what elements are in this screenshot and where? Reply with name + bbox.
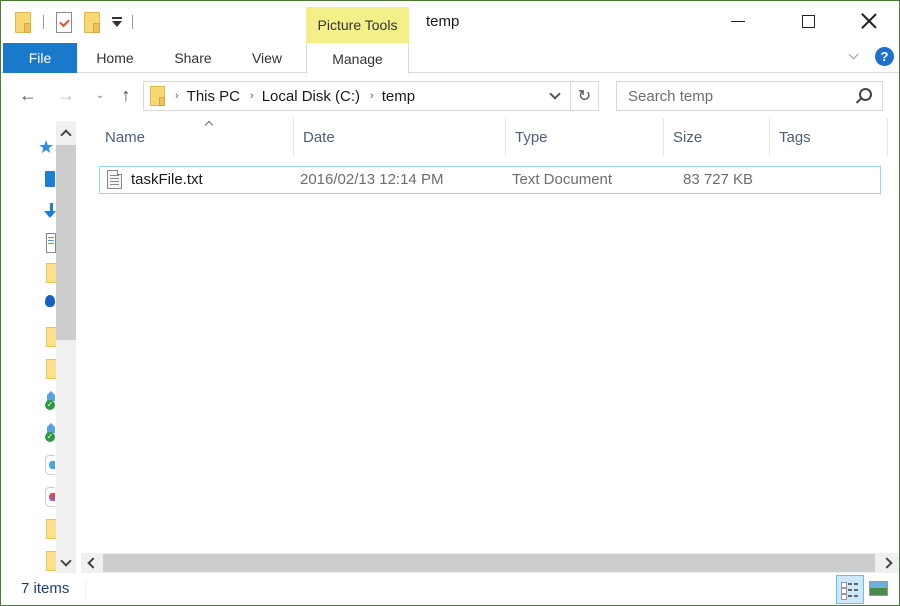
- help-icon[interactable]: ?: [875, 47, 894, 66]
- file-row[interactable]: taskFile.txt 2016/02/13 12:14 PM Text Do…: [99, 166, 881, 194]
- title-bar: Picture Tools temp: [1, 1, 899, 43]
- back-button[interactable]: ←: [15, 82, 41, 108]
- search-input[interactable]: [628, 87, 848, 105]
- tab-view[interactable]: View: [239, 43, 295, 73]
- folder-icon[interactable]: [46, 263, 56, 283]
- close-button[interactable]: [844, 1, 894, 41]
- details-view-icon: [841, 594, 860, 600]
- breadcrumb-separator[interactable]: ›: [370, 90, 374, 102]
- column-label: Tags: [779, 128, 811, 146]
- new-folder-icon[interactable]: [84, 11, 100, 33]
- maximize-icon: [801, 14, 815, 28]
- documents-icon[interactable]: [46, 233, 56, 253]
- refresh-button[interactable]: ↻: [570, 82, 598, 110]
- breadcrumb-temp[interactable]: temp: [382, 88, 415, 105]
- file-name: taskFile.txt: [131, 171, 203, 188]
- forward-button[interactable]: →: [53, 82, 79, 108]
- navigation-bar: ← → ⌄ ↑ › This PC › Local Disk (C:) › te…: [1, 74, 899, 118]
- text-file-icon: [107, 170, 122, 189]
- tab-manage[interactable]: Manage: [306, 43, 409, 74]
- navigation-pane-scrollbar[interactable]: [56, 121, 76, 573]
- file-size: 83 727 KB: [683, 171, 754, 188]
- tab-home[interactable]: Home: [83, 43, 147, 73]
- column-label: Type: [515, 128, 548, 146]
- details-view-icon: [841, 582, 860, 588]
- scroll-left-button[interactable]: [81, 553, 101, 573]
- file-list: Name Date Type Size Tags taskFile.txt 20…: [81, 118, 899, 553]
- search-box[interactable]: [616, 81, 883, 111]
- folder-icon[interactable]: [46, 359, 56, 379]
- breadcrumb-this-pc[interactable]: This PC: [187, 88, 240, 105]
- ribbon-tabs: File Home Share View Manage ?: [1, 43, 899, 74]
- file-explorer-window: Picture Tools temp File Home Share View …: [0, 0, 900, 606]
- scrollbar-thumb[interactable]: [56, 145, 76, 340]
- folder-icon[interactable]: [46, 327, 56, 347]
- tab-file[interactable]: File: [3, 43, 77, 73]
- app-icon[interactable]: [45, 487, 55, 507]
- window-title: temp: [426, 13, 460, 30]
- column-header-date[interactable]: Date: [294, 118, 506, 156]
- breadcrumb-local-disk[interactable]: Local Disk (C:): [262, 88, 360, 105]
- scroll-right-button[interactable]: [879, 553, 899, 573]
- expand-ribbon-icon[interactable]: [847, 51, 861, 61]
- column-label: Size: [673, 128, 703, 146]
- scroll-up-button[interactable]: [56, 123, 76, 143]
- file-list-horizontal-scrollbar[interactable]: [81, 553, 899, 573]
- minimize-icon: [731, 20, 745, 22]
- large-icons-view-icon[interactable]: [869, 581, 888, 596]
- tab-share[interactable]: Share: [161, 43, 225, 73]
- item-count: 7 items: [21, 580, 70, 597]
- status-separator: [85, 581, 86, 599]
- synced-folder-icon[interactable]: [45, 423, 55, 443]
- desktop-icon[interactable]: [45, 171, 55, 187]
- recent-locations-button[interactable]: ⌄: [87, 82, 113, 108]
- file-type: Text Document: [512, 171, 613, 188]
- folder-icon[interactable]: [46, 519, 56, 539]
- synced-folder-icon[interactable]: [45, 391, 55, 411]
- column-header-tags[interactable]: Tags: [770, 118, 888, 156]
- file-date: 2016/02/13 12:14 PM: [300, 171, 444, 188]
- close-icon: [861, 13, 877, 29]
- column-header-type[interactable]: Type: [506, 118, 664, 156]
- folder-icon[interactable]: [15, 11, 31, 33]
- address-bar[interactable]: › This PC › Local Disk (C:) › temp ↻: [143, 81, 599, 111]
- downloads-icon[interactable]: [44, 201, 56, 221]
- up-button[interactable]: ↑: [113, 82, 139, 108]
- column-header-size[interactable]: Size: [664, 118, 770, 156]
- details-view-button[interactable]: [836, 575, 864, 604]
- quick-access-toolbar: [15, 11, 145, 33]
- column-header-name[interactable]: Name: [96, 118, 294, 156]
- toolbar-separator: [132, 15, 133, 29]
- search-icon[interactable]: [856, 88, 872, 104]
- breadcrumb-separator[interactable]: ›: [175, 90, 179, 102]
- column-label: Name: [105, 128, 146, 146]
- folder-icon[interactable]: [46, 551, 56, 571]
- address-history-dropdown[interactable]: [544, 82, 566, 110]
- scrollbar-thumb[interactable]: [103, 554, 875, 572]
- folder-icon: [150, 86, 165, 106]
- breadcrumb-separator[interactable]: ›: [250, 90, 254, 102]
- scroll-down-button[interactable]: [56, 553, 76, 573]
- sort-ascending-icon: [204, 119, 214, 127]
- maximize-button[interactable]: [783, 1, 833, 41]
- details-view-icon: [841, 588, 860, 594]
- status-bar: 7 items: [1, 575, 899, 605]
- column-label: Date: [303, 128, 335, 146]
- minimize-button[interactable]: [713, 1, 763, 41]
- picture-tools-header: Picture Tools: [306, 7, 409, 43]
- quick-access-star-icon[interactable]: ★: [38, 137, 58, 157]
- onedrive-icon[interactable]: [45, 295, 55, 307]
- app-icon[interactable]: [45, 455, 55, 475]
- customize-dropdown-icon[interactable]: [110, 15, 124, 29]
- toolbar-separator: [43, 15, 44, 29]
- properties-icon[interactable]: [56, 11, 72, 33]
